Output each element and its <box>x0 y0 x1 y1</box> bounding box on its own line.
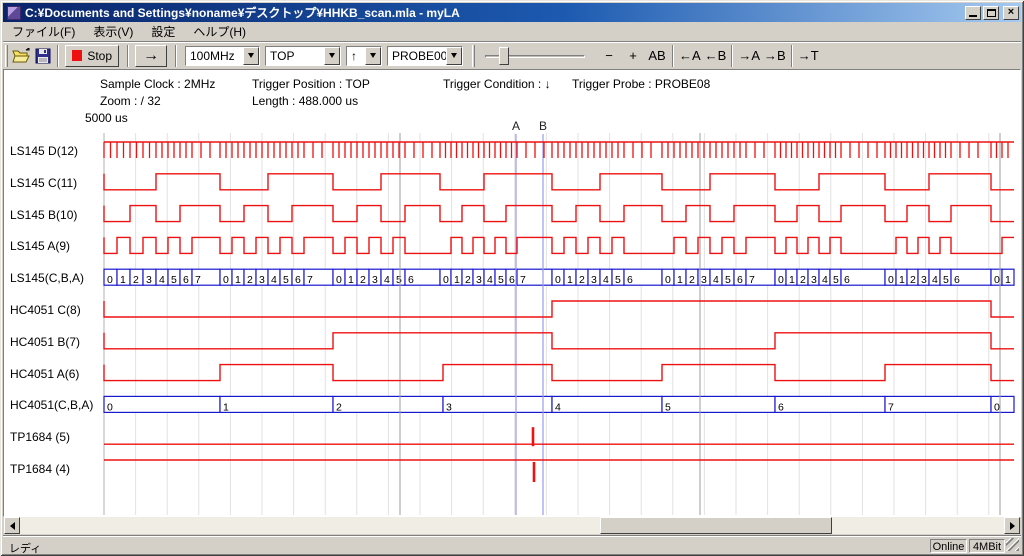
status-memory-badge: 4MBit <box>969 539 1005 553</box>
sample-clock-info: Sample Clock : 2MHz <box>100 77 215 91</box>
trigger-edge-select[interactable]: ↑ <box>346 46 382 66</box>
channel-label: HC4051 B(7) <box>10 335 80 350</box>
toolbar-grip <box>472 45 475 67</box>
sample-rate-value: 100MHz <box>186 47 243 65</box>
stop-icon <box>72 50 82 61</box>
probe-select[interactable]: PROBE00 <box>387 46 463 66</box>
channel-label: LS145 B(10) <box>10 208 77 223</box>
dropdown-arrow-icon[interactable] <box>324 47 340 65</box>
app-window: C:¥Documents and Settings¥noname¥デスクトップ¥… <box>0 0 1024 556</box>
window-title: C:¥Documents and Settings¥noname¥デスクトップ¥… <box>25 4 460 21</box>
save-file-button[interactable] <box>32 45 54 67</box>
maximize-icon <box>987 9 996 17</box>
dropdown-arrow-icon[interactable] <box>446 47 462 65</box>
run-arrow-icon: → <box>143 47 159 65</box>
move-cursor-a-right-button[interactable]: →A <box>736 45 762 67</box>
stop-label: Stop <box>87 49 112 63</box>
toolbar-grip <box>5 45 8 67</box>
zoom-in-button[interactable]: + <box>621 45 645 67</box>
toolbar-separator <box>175 45 177 67</box>
channel-label: LS145 C(11) <box>10 176 77 191</box>
trigger-edge-value: ↑ <box>347 47 365 65</box>
channel-label: LS145 A(9) <box>10 239 70 254</box>
close-icon: × <box>1008 7 1014 18</box>
resize-grip[interactable] <box>1006 538 1019 551</box>
close-button[interactable]: × <box>1003 6 1019 20</box>
trigger-condition-info: Trigger Condition : ↓ <box>443 77 551 91</box>
scrollbar-thumb[interactable] <box>600 517 832 534</box>
channel-label: TP1684 (5) <box>10 430 70 445</box>
scroll-right-button[interactable] <box>1004 517 1020 534</box>
channel-label: HC4051 A(6) <box>10 367 79 382</box>
title-bar[interactable]: C:¥Documents and Settings¥noname¥デスクトップ¥… <box>3 3 1021 22</box>
client-area <box>3 69 1021 517</box>
channel-label: TP1684 (4) <box>10 462 70 477</box>
channel-label: LS145 D(12) <box>10 144 78 159</box>
stop-button[interactable]: Stop <box>65 45 119 67</box>
toolbar-separator <box>57 45 59 67</box>
zoom-out-button[interactable]: − <box>597 45 621 67</box>
move-cursor-b-right-button[interactable]: →B <box>762 45 788 67</box>
zoom-slider[interactable] <box>485 45 585 67</box>
maximize-button[interactable] <box>983 6 999 20</box>
status-ready-text: レディ <box>9 540 41 556</box>
toolbar-separator <box>672 45 674 67</box>
status-online-badge: Online <box>930 539 967 553</box>
channel-label: HC4051 C(8) <box>10 303 81 318</box>
open-file-button[interactable] <box>10 45 32 67</box>
horizontal-scrollbar[interactable] <box>4 517 1020 534</box>
scroll-left-icon <box>10 522 15 530</box>
menu-file[interactable]: ファイル(F) <box>3 21 84 42</box>
minimize-button[interactable] <box>965 6 981 20</box>
trigger-position-select[interactable]: TOP <box>265 46 341 66</box>
save-floppy-icon <box>34 48 52 64</box>
open-folder-icon <box>12 48 30 64</box>
status-bar: レディ Online 4MBit <box>3 535 1021 553</box>
time-scale-label: 5000 us <box>85 111 128 125</box>
app-icon <box>7 6 21 20</box>
dropdown-arrow-icon[interactable] <box>365 47 381 65</box>
length-info: Length : 488.000 us <box>252 94 358 108</box>
menu-view[interactable]: 表示(V) <box>84 21 142 42</box>
run-button[interactable]: → <box>135 45 167 67</box>
channel-label: HC4051(C,B,A) <box>10 398 93 413</box>
trigger-position-value: TOP <box>266 47 324 65</box>
trigger-position-info: Trigger Position : TOP <box>252 77 370 91</box>
scroll-right-icon <box>1010 522 1015 530</box>
menu-bar: ファイル(F) 表示(V) 設定 ヘルプ(H) <box>3 22 1021 41</box>
toolbar-separator <box>731 45 733 67</box>
probe-value: PROBE00 <box>388 47 446 65</box>
ab-range-button[interactable]: AB <box>645 45 669 67</box>
move-cursor-b-left-button[interactable]: ←B <box>703 45 729 67</box>
channel-label: LS145(C,B,A) <box>10 271 84 286</box>
sample-rate-select[interactable]: 100MHz <box>185 46 260 66</box>
menu-help[interactable]: ヘルプ(H) <box>184 21 255 42</box>
menu-settings[interactable]: 設定 <box>142 21 184 42</box>
dropdown-arrow-icon[interactable] <box>243 47 259 65</box>
scroll-left-button[interactable] <box>4 517 20 534</box>
goto-trigger-button[interactable]: →T <box>796 45 821 67</box>
toolbar-separator <box>791 45 793 67</box>
trigger-probe-info: Trigger Probe : PROBE08 <box>572 77 710 91</box>
cursor-b-label[interactable]: B <box>536 119 550 133</box>
zoom-info: Zoom : / 32 <box>100 94 161 108</box>
cursor-a-label[interactable]: A <box>509 119 523 133</box>
slider-handle[interactable] <box>499 47 509 65</box>
move-cursor-a-left-button[interactable]: ←A <box>677 45 703 67</box>
toolbar: Stop → 100MHz TOP ↑ PROBE00 − + AB <box>3 41 1021 69</box>
toolbar-separator <box>127 45 129 67</box>
minimize-icon <box>969 15 977 17</box>
